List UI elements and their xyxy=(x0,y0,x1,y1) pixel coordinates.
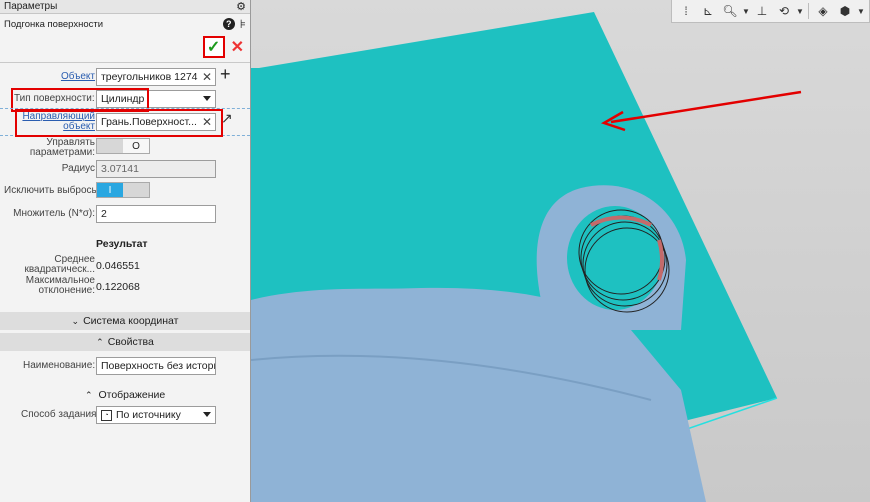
guide-object-value: Грань.Поверхност... xyxy=(101,116,197,128)
confirm-row: ✓ ✕ xyxy=(0,34,250,60)
cancel-x-button[interactable]: ✕ xyxy=(231,37,244,57)
chevron-down-icon: ⌄ xyxy=(71,315,80,326)
parameters-panel: Параметры ⚙ Подгонка поверхности ? ⊧ ✓ ✕… xyxy=(0,0,251,502)
operation-row: Подгонка поверхности ? ⊧ xyxy=(0,14,250,34)
exclude-outliers-label: Исключить выбросы: xyxy=(4,185,102,196)
method-value: По источнику xyxy=(116,409,181,421)
3d-viewport[interactable]: ⁞ ⊾ 🔍︎ ▼ ⊥ ⟲ ▼ ◈ ⬢ ▼ xyxy=(251,0,870,502)
result-title: Результат xyxy=(96,238,148,250)
guide-object-link[interactable]: Направляющий объект xyxy=(22,112,95,132)
name-field[interactable]: Поверхность без истории xyxy=(96,357,216,375)
chevron-down-icon[interactable]: ▼ xyxy=(857,2,865,20)
name-label: Наименование: xyxy=(23,360,96,371)
surface-type-select[interactable]: Цилиндр xyxy=(96,90,216,108)
source-icon: ◔ xyxy=(101,409,112,421)
divider xyxy=(0,62,250,63)
max-dev-label: Максимальное отклонение: xyxy=(26,276,95,296)
object-field[interactable]: треугольников 1274 ✕ xyxy=(96,68,216,86)
ok-checkmark-button[interactable]: ✓ xyxy=(202,36,225,58)
settings-gear-icon[interactable]: ⚙ xyxy=(236,0,246,13)
max-dev-value: 0.122068 xyxy=(96,281,140,293)
max-dev-label-line2: отклонение: xyxy=(38,285,95,296)
section-properties[interactable]: ⌃ Свойства xyxy=(0,333,250,351)
toggle-state: O xyxy=(132,140,140,152)
exclude-outliers-toggle[interactable]: I xyxy=(96,182,150,198)
rotate-icon[interactable]: ⟲ xyxy=(774,2,794,20)
surface-type-label: Тип поверхности: xyxy=(14,93,95,104)
chevron-up-icon: ⌃ xyxy=(85,390,93,400)
view-orient-icon[interactable]: ⊾ xyxy=(698,2,718,20)
chevron-down-icon xyxy=(203,412,211,417)
rms-value: 0.046551 xyxy=(96,260,140,272)
clear-x-icon[interactable]: ✕ xyxy=(202,115,212,129)
toggle-state: I xyxy=(97,183,123,197)
method-label: Способ задания: xyxy=(21,409,100,420)
chevron-down-icon[interactable]: ▼ xyxy=(742,2,750,20)
scene-svg xyxy=(251,12,802,502)
direction-arrow-icon[interactable]: ↗ xyxy=(221,110,233,127)
help-icon[interactable]: ? xyxy=(222,18,235,30)
rms-label-line2: квадратическ... xyxy=(24,264,95,275)
radius-field: 3.07141 xyxy=(96,160,216,178)
add-plus-icon[interactable]: + xyxy=(220,64,231,85)
zoom-icon[interactable]: 🔍︎ xyxy=(720,2,740,20)
name-value: Поверхность без истории xyxy=(101,360,216,372)
render-cube-icon[interactable]: ◈ xyxy=(813,2,833,20)
multiplier-label: Множитель (N*σ): xyxy=(13,208,95,219)
grip-icon[interactable]: ⁞ xyxy=(676,2,696,20)
shading-icon[interactable]: ⬢ xyxy=(835,2,855,20)
section-properties-label: Свойства xyxy=(107,336,154,348)
guide-object-field[interactable]: Грань.Поверхност... ✕ xyxy=(96,113,216,131)
panel-header: Параметры ⚙ xyxy=(0,0,250,14)
multiplier-field[interactable]: 2 xyxy=(96,205,216,223)
chevron-down-icon[interactable]: ▼ xyxy=(796,2,804,20)
control-params-label: Управлять параметрами: xyxy=(30,138,95,158)
control-params-line2: параметрами: xyxy=(29,147,95,158)
object-link[interactable]: Объект xyxy=(61,72,95,82)
section-coord-system-label: Система координат xyxy=(83,315,179,327)
chevron-up-icon: ⌃ xyxy=(96,336,104,347)
toggle-off-part xyxy=(97,139,123,153)
guide-label-line2: объект xyxy=(63,121,95,132)
method-select[interactable]: ◔ По источнику xyxy=(96,406,216,424)
surface-type-value: Цилиндр xyxy=(101,93,145,105)
axes-icon[interactable]: ⊥ xyxy=(752,2,772,20)
operation-title: Подгонка поверхности xyxy=(4,18,104,30)
display-subsection-label: Отображение xyxy=(98,389,166,401)
control-params-toggle[interactable]: O xyxy=(96,138,150,154)
rms-label: Среднее квадратическ... xyxy=(24,255,95,275)
radius-value: 3.07141 xyxy=(101,163,139,175)
clear-x-icon[interactable]: ✕ xyxy=(202,70,212,84)
radius-label: Радиус xyxy=(61,163,95,174)
panel-title: Параметры xyxy=(4,1,58,12)
object-value: треугольников 1274 xyxy=(101,71,198,83)
tree-structure-icon[interactable]: ⊧ xyxy=(240,17,246,31)
separator xyxy=(808,3,809,19)
multiplier-value: 2 xyxy=(101,208,107,220)
display-subsection[interactable]: ⌃ Отображение xyxy=(85,389,165,401)
toggle-off-part xyxy=(123,183,149,197)
section-coord-system[interactable]: ⌄ Система координат xyxy=(0,312,250,330)
view-toolbar: ⁞ ⊾ 🔍︎ ▼ ⊥ ⟲ ▼ ◈ ⬢ ▼ xyxy=(671,0,870,23)
chevron-down-icon xyxy=(203,96,211,101)
